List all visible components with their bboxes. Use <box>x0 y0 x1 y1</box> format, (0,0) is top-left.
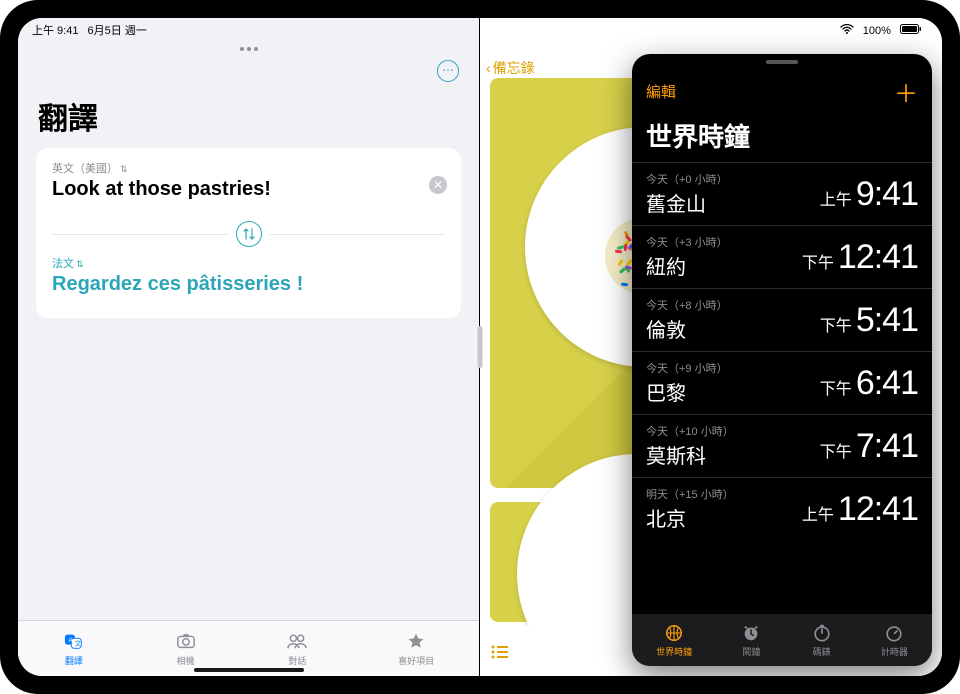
clock-city: 倫敦 <box>646 314 728 343</box>
clock-ampm: 下午 <box>820 312 852 336</box>
clock-time: 12:41 <box>838 490 918 529</box>
clock-tabbar: 世界時鐘 鬧鐘 碼錶 計時器 <box>632 614 932 666</box>
notes-list-icon[interactable] <box>490 644 510 665</box>
card-divider <box>52 221 445 247</box>
clock-edit-button[interactable]: 編輯 <box>646 81 676 102</box>
chevron-updown-icon: ⇅ <box>76 259 84 269</box>
split-view-handle[interactable] <box>478 326 483 368</box>
clock-meta: 今天（+9 小時） <box>646 360 728 376</box>
tab-timer[interactable]: 計時器 <box>881 623 908 658</box>
tab-conversation-label: 對話 <box>288 654 306 667</box>
wifi-icon <box>840 25 857 37</box>
clock-ampm: 上午 <box>820 186 852 210</box>
clock-ampm: 下午 <box>820 438 852 462</box>
target-text: Regardez ces pâtisseries ! <box>52 273 445 296</box>
status-bar: 上午 9:41 6月5日 週一 100% <box>18 18 942 40</box>
clock-meta: 今天（+10 小時） <box>646 423 734 439</box>
clock-time: 7:41 <box>856 427 918 466</box>
clock-ampm: 上午 <box>802 501 834 525</box>
clock-title: 世界時鐘 <box>632 113 932 162</box>
status-date: 6月5日 週一 <box>88 25 147 37</box>
notes-back-button[interactable]: ‹ 備忘錄 <box>486 58 535 78</box>
translate-app: ⋯ 翻譯 英文（美國）⇅ Look at those pastries! ✕ 法… <box>18 18 480 676</box>
clock-slideover: 編輯 ＋ 世界時鐘 今天（+0 小時）舊金山 上午9:41 今天（+3 小時）紐… <box>632 54 932 666</box>
tab-stopwatch-label: 碼錶 <box>813 645 831 658</box>
battery-icon <box>900 25 922 37</box>
translate-title: 翻譯 <box>38 94 479 138</box>
notes-app: ‹ 備忘錄 <box>480 18 942 676</box>
clock-row[interactable]: 明天（+15 小時）北京 上午12:41 <box>632 477 932 540</box>
clock-meta: 今天（+8 小時） <box>646 297 728 313</box>
clock-meta: 明天（+15 小時） <box>646 486 734 502</box>
target-lang-picker[interactable]: 法文⇅ <box>52 255 445 271</box>
clock-meta: 今天（+3 小時） <box>646 234 728 250</box>
more-menu-icon[interactable]: ⋯ <box>437 60 459 82</box>
clock-row[interactable]: 今天（+3 小時）紐約 下午12:41 <box>632 225 932 288</box>
clock-row[interactable]: 今天（+8 小時）倫敦 下午5:41 <box>632 288 932 351</box>
clock-city: 莫斯科 <box>646 440 734 469</box>
clock-header: 編輯 ＋ <box>632 64 932 113</box>
tab-translate-label: 翻譯 <box>65 654 83 667</box>
target-lang-label: 法文 <box>52 258 74 270</box>
tab-favorites[interactable]: 喜好項目 <box>398 631 434 667</box>
home-indicator-left[interactable] <box>194 668 304 672</box>
tab-camera[interactable]: 相機 <box>175 631 197 667</box>
notes-back-label: 備忘錄 <box>493 58 535 78</box>
clock-city: 北京 <box>646 503 734 532</box>
clear-icon[interactable]: ✕ <box>429 176 447 194</box>
tab-world-clock[interactable]: 世界時鐘 <box>656 623 692 658</box>
swap-languages-button[interactable] <box>236 221 262 247</box>
tab-alarm[interactable]: 鬧鐘 <box>740 623 762 658</box>
status-time: 上午 9:41 <box>32 25 78 37</box>
screen: 上午 9:41 6月5日 週一 100% ⋯ 翻譯 英 <box>18 18 942 676</box>
clock-time: 6:41 <box>856 364 918 403</box>
chevron-left-icon: ‹ <box>486 60 491 76</box>
multitask-dots-left[interactable] <box>240 47 258 51</box>
clock-row[interactable]: 今天（+9 小時）巴黎 下午6:41 <box>632 351 932 414</box>
tab-favorites-label: 喜好項目 <box>398 654 434 667</box>
ipad-frame: 上午 9:41 6月5日 週一 100% ⋯ 翻譯 英 <box>0 0 960 694</box>
clock-city: 舊金山 <box>646 188 728 217</box>
source-lang-picker[interactable]: 英文（美國）⇅ <box>52 160 445 176</box>
tab-stopwatch[interactable]: 碼錶 <box>811 623 833 658</box>
clock-add-button[interactable]: ＋ <box>894 74 918 109</box>
translate-card: 英文（美國）⇅ Look at those pastries! ✕ 法文⇅ Re… <box>36 148 461 318</box>
clock-time: 12:41 <box>838 238 918 277</box>
chevron-updown-icon: ⇅ <box>120 164 128 174</box>
battery-pct: 100% <box>863 25 891 37</box>
clock-city: 紐約 <box>646 251 728 280</box>
clock-row[interactable]: 今天（+10 小時）莫斯科 下午7:41 <box>632 414 932 477</box>
tab-conversation[interactable]: 對話 <box>286 631 308 667</box>
clock-meta: 今天（+0 小時） <box>646 171 728 187</box>
clock-ampm: 下午 <box>802 249 834 273</box>
tab-alarm-label: 鬧鐘 <box>742 645 760 658</box>
clock-time: 5:41 <box>856 301 918 340</box>
tab-world-clock-label: 世界時鐘 <box>656 645 692 658</box>
clock-row[interactable]: 今天（+0 小時）舊金山 上午9:41 <box>632 162 932 225</box>
clock-ampm: 下午 <box>820 375 852 399</box>
tab-camera-label: 相機 <box>177 654 195 667</box>
source-text[interactable]: Look at those pastries! <box>52 178 445 201</box>
clock-time: 9:41 <box>856 175 918 214</box>
clock-city: 巴黎 <box>646 377 728 406</box>
svg-text:A: A <box>68 636 73 643</box>
tab-translate[interactable]: A文 翻譯 <box>63 631 85 667</box>
tab-timer-label: 計時器 <box>881 645 908 658</box>
source-lang-label: 英文（美國） <box>52 163 118 175</box>
svg-text:文: 文 <box>75 638 82 647</box>
world-clock-list[interactable]: 今天（+0 小時）舊金山 上午9:41 今天（+3 小時）紐約 下午12:41 … <box>632 162 932 614</box>
